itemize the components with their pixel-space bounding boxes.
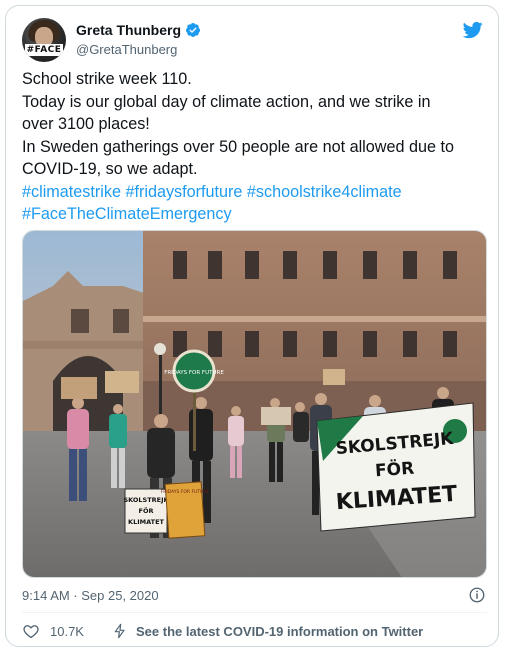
photo-scene: FRIDAYS FOR FUTURE SKOLSTREJK FÖR KLIMAT… — [23, 231, 486, 577]
lightning-bolt-icon — [114, 623, 125, 639]
sign-left-line3: KLIMATET — [128, 518, 164, 526]
tweet-line: In Sweden gatherings over 50 people are … — [22, 137, 454, 156]
hashtag-row: #climatestrike #fridaysforfuture #school… — [22, 181, 492, 204]
tweet-header: #FACE Greta Thunberg @GretaThunberg — [22, 18, 484, 64]
tweet-card: #FACE Greta Thunberg @GretaThunberg Scho… — [5, 5, 499, 647]
tweet-footer: 10.7K See the latest COVID-19 informatio… — [22, 622, 487, 642]
avatar[interactable]: #FACE — [22, 18, 66, 62]
tweet-line: over 3100 places! — [22, 115, 150, 133]
tweet-timestamp[interactable]: 9:14 AM · Sep 25, 2020 — [22, 588, 159, 603]
info-icon[interactable] — [468, 586, 486, 604]
footer-divider — [22, 612, 487, 613]
author-name-row[interactable]: Greta Thunberg — [76, 22, 201, 38]
tweet-line: Today is our global day of climate actio… — [22, 92, 431, 111]
heart-icon[interactable] — [22, 622, 40, 640]
sign-left-line2: FÖR — [139, 506, 154, 515]
twitter-bird-icon[interactable] — [462, 20, 484, 40]
verified-badge-icon — [186, 23, 201, 37]
hashtag-link[interactable]: #climatestrike — [22, 183, 121, 201]
author-name[interactable]: Greta Thunberg — [76, 22, 181, 38]
hashtag-link[interactable]: #schoolstrike4climate — [247, 183, 402, 201]
hashtag-link[interactable]: #FaceTheClimateEmergency — [22, 205, 232, 223]
author-handle[interactable]: @GretaThunberg — [76, 42, 177, 57]
tweet-photo[interactable]: FRIDAYS FOR FUTURE SKOLSTREJK FÖR KLIMAT… — [22, 230, 487, 578]
hashtag-row: #FaceTheClimateEmergency — [22, 203, 492, 226]
like-count[interactable]: 10.7K — [50, 624, 84, 639]
tweet-line: COVID-19, so we adapt. — [22, 160, 198, 178]
banner-line2: FÖR — [374, 457, 415, 482]
sign-left-line1: SKOLSTREJK — [123, 496, 169, 504]
hashtag-link[interactable]: #fridaysforfuture — [125, 183, 242, 201]
round-sign-text: FRIDAYS FOR FUTURE — [164, 370, 224, 376]
tweet-text: School strike week 110. Today is our glo… — [22, 68, 492, 226]
sign-orange-text: FRIDAYS FOR FUTURE — [161, 489, 210, 495]
covid-info-link[interactable]: See the latest COVID-19 information on T… — [136, 624, 423, 639]
tweet-line: School strike week 110. — [22, 70, 192, 88]
avatar-tag: #FACE — [25, 44, 63, 56]
